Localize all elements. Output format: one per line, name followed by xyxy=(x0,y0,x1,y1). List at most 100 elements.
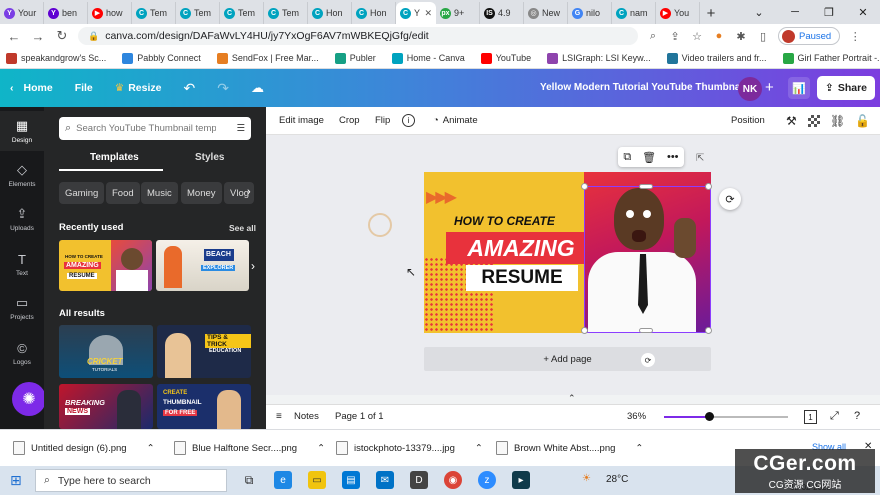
chip-music[interactable]: Music xyxy=(141,182,178,204)
refresh-icon[interactable]: ⟳ xyxy=(641,353,655,367)
zoom-icon[interactable]: ⌕ xyxy=(646,30,660,43)
crop-button[interactable]: Crop xyxy=(339,115,360,126)
url-field[interactable]: 🔒 canva.com/design/DAFaWvLY4HU/jy7YxOgF6… xyxy=(78,27,638,45)
task-view-icon[interactable]: ⧉ xyxy=(240,471,258,489)
zoom-percent[interactable]: 36% xyxy=(627,411,646,422)
rail-item-design[interactable]: ▦ Design xyxy=(0,111,44,151)
recent-next-icon[interactable]: › xyxy=(251,259,255,273)
bookmark-item[interactable]: LSIGraph: LSI Keyw... xyxy=(547,52,651,64)
template-thumb-cricket[interactable]: CRICKET TUTORIALS xyxy=(59,325,153,378)
see-all-link[interactable]: See all xyxy=(229,223,256,233)
download-item[interactable]: Blue Halftone Secr....png ⌃ xyxy=(174,441,325,455)
new-tab-button[interactable]: + xyxy=(700,2,722,24)
edit-image-button[interactable]: Edit image xyxy=(279,115,324,126)
design-white-banner[interactable]: RESUME xyxy=(466,265,578,291)
share-page-icon[interactable]: ⇪ xyxy=(668,30,682,43)
chevron-up-icon[interactable]: ⌃ xyxy=(317,443,325,454)
minimize-button[interactable]: ─ xyxy=(778,0,812,24)
more-icon[interactable]: ••• xyxy=(667,151,679,163)
undo-button[interactable]: ↶ xyxy=(183,80,195,97)
rail-item-text[interactable]: T Text xyxy=(0,244,44,284)
zoom-icon[interactable]: z xyxy=(478,471,496,489)
download-item[interactable]: Untitled design (6).png ⌃ xyxy=(13,441,155,455)
profile-paused-button[interactable]: Paused xyxy=(778,27,841,45)
page-count-box[interactable]: 1 xyxy=(804,410,817,424)
template-search-input[interactable] xyxy=(76,123,217,134)
notes-icon[interactable]: ≡ xyxy=(276,411,282,422)
rail-item-projects[interactable]: ▭ Projects xyxy=(0,288,44,328)
close-window-button[interactable]: ✕ xyxy=(846,0,880,24)
redo-button[interactable]: ↷ xyxy=(217,80,229,97)
file-explorer-icon[interactable]: ▭ xyxy=(308,471,326,489)
link-icon[interactable]: ⛓ xyxy=(830,114,845,128)
filter-icon[interactable]: ☰ xyxy=(236,123,245,134)
browser-tab[interactable]: Gnilo xyxy=(568,2,612,24)
template-thumb-news[interactable]: BREAKING NEWS xyxy=(59,384,153,429)
browser-tab[interactable]: ▶ how xyxy=(88,2,132,24)
home-button[interactable]: ‹ Home xyxy=(10,82,53,94)
duplicate-icon[interactable]: ⧉ xyxy=(623,151,631,164)
browser-tab[interactable]: C Y ✕ xyxy=(396,2,436,24)
browser-tab[interactable]: C Tem xyxy=(132,2,176,24)
store-icon[interactable]: ▤ xyxy=(342,471,360,489)
file-menu-button[interactable]: File xyxy=(75,82,93,94)
browser-menu-icon[interactable]: ⋮ xyxy=(848,30,862,43)
bookmark-item[interactable]: Girl Father Portrait -... xyxy=(782,52,880,64)
chip-food[interactable]: Food xyxy=(106,182,140,204)
back-icon[interactable]: ← xyxy=(6,29,22,44)
zoom-slider-track[interactable] xyxy=(664,416,788,418)
bookmark-star-icon[interactable]: ☆ xyxy=(690,30,704,43)
download-item[interactable]: istockphoto-13379....jpg ⌃ xyxy=(336,441,483,455)
browser-tab[interactable]: C Tem xyxy=(264,2,308,24)
taskbar-search[interactable]: ⌕ Type here to search xyxy=(35,469,227,492)
template-thumb-create[interactable]: CREATE THUMBNAIL FOR FREE xyxy=(157,384,251,429)
magic-apps-button[interactable]: ✺ xyxy=(12,382,46,416)
bookmark-item[interactable]: speakandgrow's Sc... xyxy=(6,52,106,64)
bookmark-item[interactable]: Home - Canva xyxy=(391,52,465,64)
template-thumb-tips[interactable]: TIPS & TRICK EDUCATION xyxy=(157,325,251,378)
terminal-icon[interactable]: ▸ xyxy=(512,471,530,489)
dell-icon[interactable]: D xyxy=(410,471,428,489)
extension-icon[interactable]: ● xyxy=(712,30,726,42)
chips-next-icon[interactable]: › xyxy=(247,186,251,198)
browser-tab[interactable]: px 9+ xyxy=(436,2,480,24)
notes-button[interactable]: Notes xyxy=(294,411,319,422)
bookmark-item[interactable]: SendFox | Free Mar... xyxy=(216,52,319,64)
template-thumb-beach[interactable]: BEACH EXPLORER xyxy=(156,240,249,291)
temperature[interactable]: 28°C xyxy=(606,474,628,485)
browser-tab[interactable]: IS 4.9 xyxy=(480,2,524,24)
reload-icon[interactable]: ↻ xyxy=(54,28,70,44)
template-thumb-resume[interactable]: HOW TO CREATE AMAZING RESUME xyxy=(59,240,152,291)
template-search-box[interactable]: ⌕ ☰ xyxy=(59,117,251,140)
design-red-banner[interactable]: AMAZING xyxy=(446,232,596,264)
chevron-up-icon[interactable]: ⌃ xyxy=(147,443,155,454)
browser-tab[interactable]: C Tem xyxy=(220,2,264,24)
help-icon[interactable]: ? xyxy=(854,410,860,422)
chip-gaming[interactable]: Gaming xyxy=(59,182,105,204)
browser-tab[interactable]: C Tem xyxy=(176,2,220,24)
windows-start-icon[interactable]: ⊞ xyxy=(10,472,22,489)
fullscreen-icon[interactable]: ⤢ xyxy=(830,410,839,423)
chrome-icon[interactable]: ◉ xyxy=(444,471,462,489)
chevron-up-icon[interactable]: ⌃ xyxy=(568,393,576,404)
add-page-button[interactable]: + Add page xyxy=(424,347,711,371)
tab-search-button[interactable]: ⌄ xyxy=(742,0,776,24)
download-item[interactable]: Brown White Abst....png ⌃ xyxy=(496,441,643,455)
user-avatar[interactable]: NK xyxy=(738,77,762,101)
restore-button[interactable]: ❐ xyxy=(812,0,846,24)
animate-button[interactable]: ◔ Animate xyxy=(433,115,478,126)
extensions-puzzle-icon[interactable]: ✱ xyxy=(734,30,748,43)
delete-icon[interactable]: 🗑 xyxy=(642,151,656,164)
side-panel-icon[interactable]: ▯ xyxy=(756,30,770,43)
document-title[interactable]: Yellow Modern Tutorial YouTube Thumbnail xyxy=(540,82,746,93)
paint-roller-icon[interactable]: ⚒ xyxy=(786,114,797,128)
tab-styles[interactable]: Styles xyxy=(195,152,224,163)
chevron-up-icon[interactable]: ⌃ xyxy=(635,443,643,454)
bookmark-item[interactable]: Pabbly Connect xyxy=(122,52,201,64)
forward-icon[interactable]: → xyxy=(30,29,46,44)
chevron-up-icon[interactable]: ⌃ xyxy=(475,443,483,454)
browser-tab[interactable]: ▶ You xyxy=(656,2,700,24)
selection-frame[interactable] xyxy=(581,183,712,334)
browser-tab[interactable]: Cnam xyxy=(612,2,656,24)
bookmark-item[interactable]: Video trailers and fr... xyxy=(666,52,767,64)
